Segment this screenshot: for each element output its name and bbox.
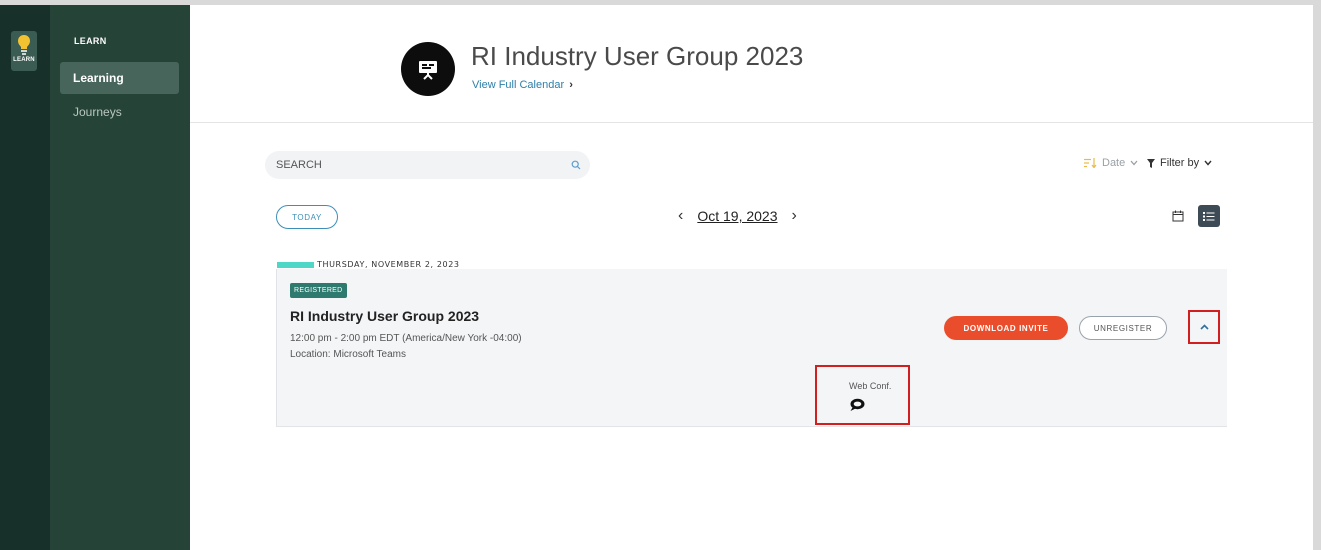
download-invite-button[interactable]: DOWNLOAD INVITE bbox=[944, 316, 1068, 340]
app-window: LEARN LEARN Learning Journeys RI Industr… bbox=[0, 5, 1313, 550]
rail-app-label: LEARN bbox=[13, 57, 35, 63]
event-location: Location: Microsoft Teams bbox=[290, 349, 406, 360]
registered-badge: REGISTERED bbox=[290, 283, 347, 298]
filter-icon bbox=[1147, 158, 1155, 168]
lightbulb-icon bbox=[18, 35, 30, 55]
event-card: REGISTERED RI Industry User Group 2023 1… bbox=[276, 269, 1227, 427]
calendar-icon bbox=[1172, 210, 1184, 222]
web-conference-panel: Web Conf. bbox=[815, 365, 910, 425]
sidebar-heading: LEARN bbox=[74, 36, 107, 46]
filter-label: Filter by bbox=[1160, 157, 1200, 169]
sidebar: LEARN Learning Journeys bbox=[50, 5, 190, 550]
rail-app-learn[interactable]: LEARN bbox=[11, 31, 37, 71]
sort-icon bbox=[1084, 158, 1097, 168]
day-heading: THURSDAY, NOVEMBER 2, 2023 bbox=[317, 260, 460, 269]
event-time: 12:00 pm - 2:00 pm EDT (America/New York… bbox=[290, 333, 522, 344]
list-view-button[interactable] bbox=[1198, 205, 1220, 227]
calendar-view-button[interactable] bbox=[1170, 208, 1186, 224]
chevron-right-icon: › bbox=[569, 79, 573, 91]
event-title[interactable]: RI Industry User Group 2023 bbox=[290, 308, 479, 324]
search-icon[interactable] bbox=[562, 160, 590, 170]
sidebar-item-journeys[interactable]: Journeys bbox=[60, 96, 179, 128]
event-avatar bbox=[401, 42, 455, 96]
collapse-event-button[interactable] bbox=[1188, 310, 1220, 344]
view-full-calendar-label: View Full Calendar bbox=[472, 79, 565, 91]
chat-bubble-icon[interactable] bbox=[849, 398, 865, 412]
sort-dropdown[interactable]: Date bbox=[1084, 157, 1138, 169]
presentation-icon bbox=[419, 61, 437, 80]
filter-dropdown[interactable]: Filter by bbox=[1147, 157, 1212, 169]
list-icon bbox=[1203, 211, 1215, 221]
page-header: RI Industry User Group 2023 View Full Ca… bbox=[190, 5, 1313, 123]
today-button[interactable]: TODAY bbox=[276, 205, 338, 229]
view-full-calendar-link[interactable]: View Full Calendar › bbox=[472, 79, 573, 91]
next-date-icon[interactable]: › bbox=[792, 207, 797, 225]
day-color-bar bbox=[277, 262, 314, 268]
date-navigator: ‹ Oct 19, 2023 › bbox=[678, 207, 797, 225]
search-bar bbox=[265, 151, 590, 179]
unregister-button[interactable]: UNREGISTER bbox=[1079, 316, 1167, 340]
current-date[interactable]: Oct 19, 2023 bbox=[697, 208, 777, 224]
chevron-down-icon bbox=[1130, 160, 1138, 166]
search-input[interactable] bbox=[276, 159, 562, 171]
app-rail: LEARN bbox=[0, 5, 50, 550]
sort-label: Date bbox=[1102, 157, 1126, 169]
sidebar-item-learning[interactable]: Learning bbox=[60, 62, 179, 94]
chevron-down-icon bbox=[1204, 160, 1212, 166]
page-title: RI Industry User Group 2023 bbox=[471, 41, 804, 71]
previous-date-icon[interactable]: ‹ bbox=[678, 207, 683, 225]
web-conf-label: Web Conf. bbox=[849, 381, 892, 391]
chevron-up-icon bbox=[1199, 324, 1209, 330]
